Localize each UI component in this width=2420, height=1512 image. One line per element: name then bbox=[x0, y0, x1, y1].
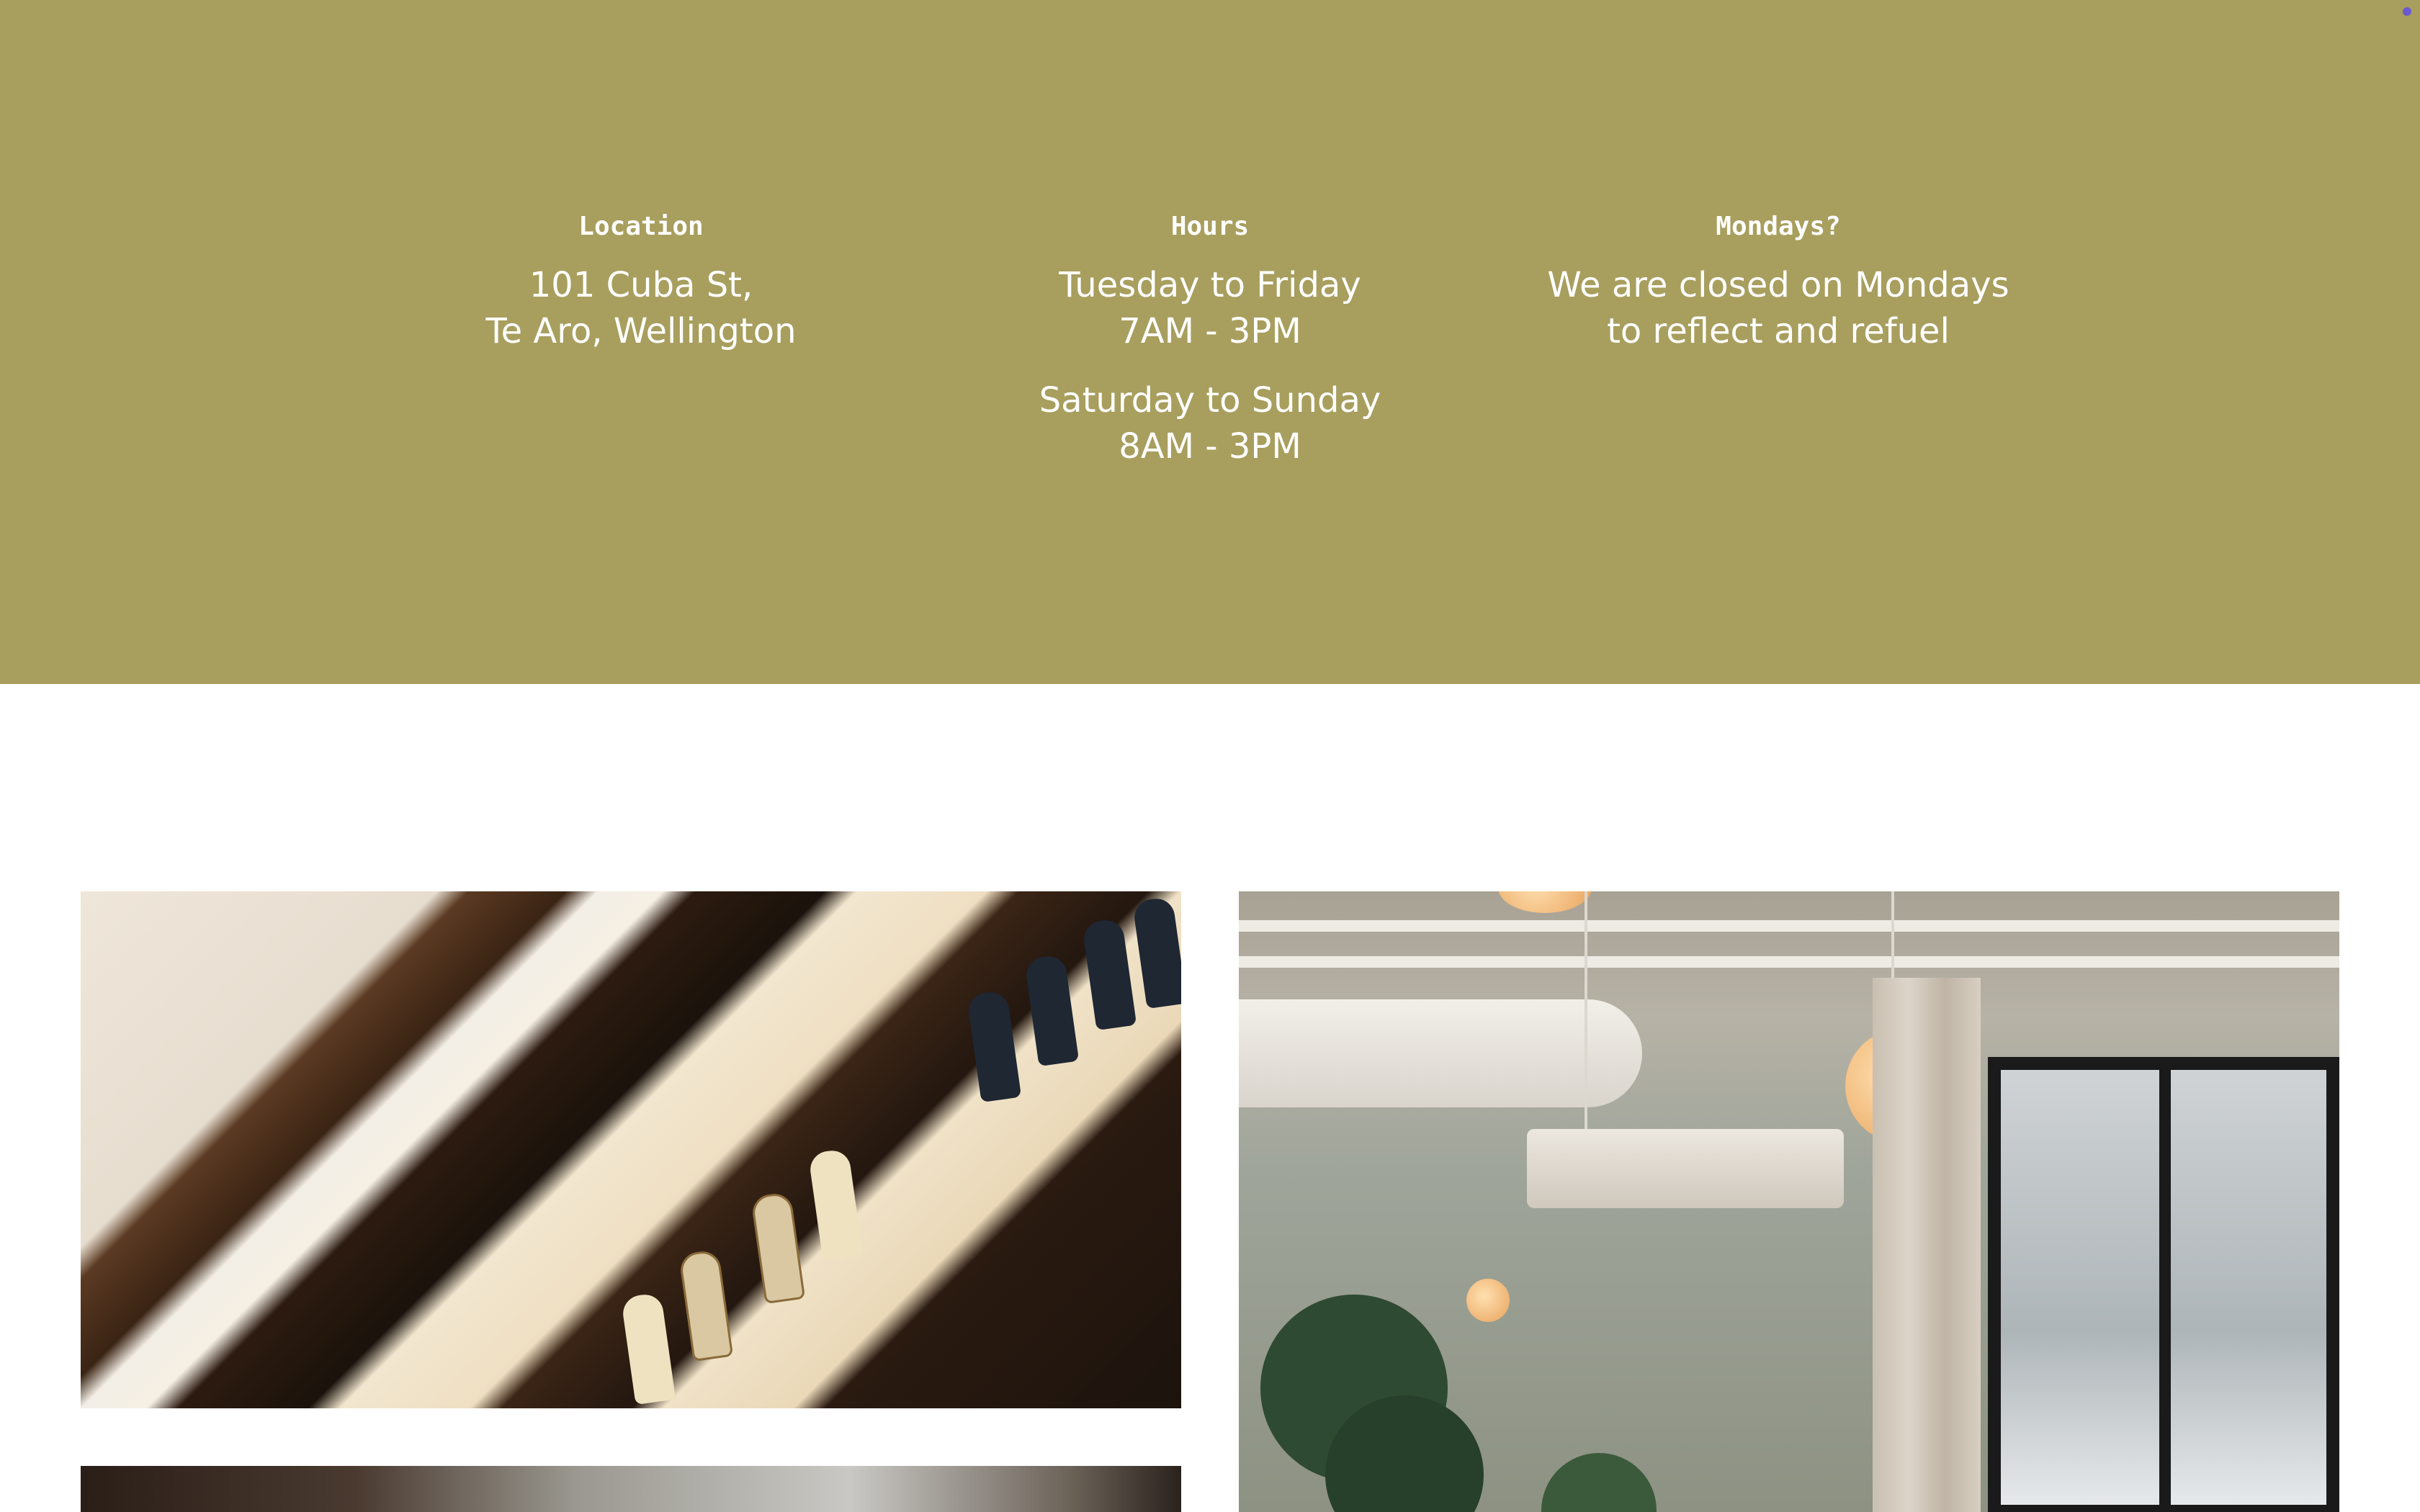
air-duct bbox=[1239, 999, 1642, 1107]
mondays-line-1: We are closed on Mondays bbox=[1547, 265, 2009, 305]
bottle-shape bbox=[1023, 953, 1080, 1067]
weekend-days: Saturday to Sunday bbox=[1039, 380, 1381, 420]
pendant-lamp bbox=[1498, 891, 1592, 913]
location-column: Location 101 Cuba St, Te Aro, Wellington bbox=[367, 209, 915, 354]
info-section: Location 101 Cuba St, Te Aro, Wellington… bbox=[0, 0, 2420, 684]
mondays-heading: Mondays? bbox=[1716, 212, 1841, 241]
weekend-hours: Saturday to Sunday 8AM - 3PM bbox=[936, 377, 1484, 469]
bottle-shape bbox=[620, 1292, 676, 1405]
ceiling-beam bbox=[1239, 920, 2339, 932]
globe-lamp-small bbox=[1466, 1279, 1510, 1322]
location-heading: Location bbox=[578, 212, 704, 241]
bottle-shape bbox=[966, 989, 1022, 1103]
curtain bbox=[1873, 978, 1981, 1512]
address-line-2: Te Aro, Wellington bbox=[485, 311, 797, 351]
address-line-1: 101 Cuba St, bbox=[529, 265, 753, 305]
weekday-time: 7AM - 3PM bbox=[1119, 311, 1301, 351]
ceiling-beam bbox=[1239, 956, 2339, 968]
wine-shelves-photo bbox=[81, 891, 1181, 1408]
mondays-line-2: to reflect and refuel bbox=[1607, 311, 1950, 351]
window-mullion bbox=[2159, 1070, 2171, 1505]
plant bbox=[1541, 1453, 1657, 1512]
mondays-column: Mondays? We are closed on Mondays to ref… bbox=[1505, 209, 2052, 354]
hours-heading: Hours bbox=[1170, 212, 1250, 241]
mondays-note: We are closed on Mondays to reflect and … bbox=[1505, 262, 2052, 354]
weekend-time: 8AM - 3PM bbox=[1119, 426, 1301, 467]
location-address: 101 Cuba St, Te Aro, Wellington bbox=[367, 262, 915, 354]
corner-indicator-dot bbox=[2403, 7, 2411, 16]
bottle-shape bbox=[1131, 896, 1181, 1009]
bottle-shape bbox=[750, 1191, 806, 1305]
hours-column: Hours Tuesday to Friday 7AM - 3PM Saturd… bbox=[936, 209, 1484, 469]
cafe-interior-photo bbox=[1239, 891, 2339, 1512]
bottle-shape bbox=[807, 1148, 864, 1261]
pendant-shade bbox=[1527, 1129, 1844, 1208]
window bbox=[1988, 1057, 2339, 1512]
bottle-shape bbox=[678, 1248, 734, 1362]
weekday-days: Tuesday to Friday bbox=[1059, 265, 1361, 305]
lamp-cord bbox=[1585, 891, 1587, 1129]
bottle-shape bbox=[1081, 917, 1137, 1031]
kitchen-photo bbox=[81, 1466, 1181, 1512]
weekday-hours: Tuesday to Friday 7AM - 3PM bbox=[936, 262, 1484, 354]
